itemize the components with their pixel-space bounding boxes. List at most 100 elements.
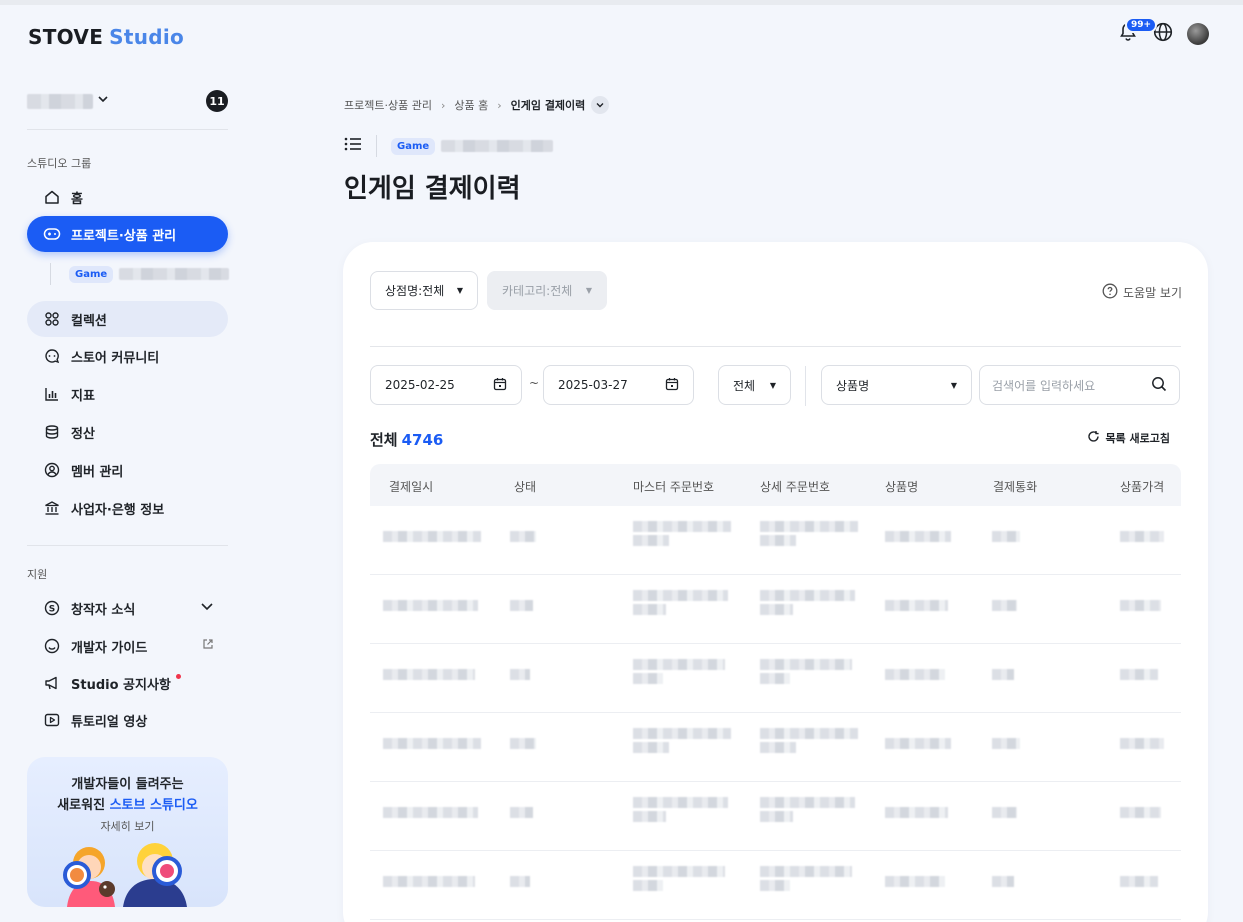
- status-select[interactable]: 전체 ▼: [718, 365, 791, 405]
- breadcrumb-dropdown-button[interactable]: [591, 96, 610, 114]
- sidebar-item-collection[interactable]: 컬렉션: [27, 301, 228, 337]
- home-icon: [43, 188, 61, 206]
- sidebar-item-members[interactable]: 멤버 관리: [27, 452, 228, 488]
- user-avatar[interactable]: [1187, 23, 1209, 45]
- table-cell-redacted: [885, 738, 951, 752]
- refresh-label: 목록 새로고침: [1105, 432, 1170, 445]
- table-cell-redacted: [885, 600, 948, 614]
- sidebar-item-label: 홈: [71, 191, 83, 207]
- table-cell-redacted: [383, 531, 481, 545]
- payment-history-card: 상점명:전체 ▼ 카테고리:전체 ▼ 도움말 보기 2025-02-25 ~ 2…: [343, 242, 1208, 922]
- total-number: 4746: [401, 431, 444, 449]
- chat-icon: [43, 347, 61, 365]
- chevron-down-icon: [596, 103, 604, 108]
- table-cell-redacted: [992, 600, 1017, 614]
- category-select: 카테고리:전체 ▼: [487, 271, 607, 310]
- sidebar-item-developer-guide[interactable]: 개발자 가이드: [27, 628, 228, 664]
- table-cell-redacted: [760, 797, 855, 825]
- bank-icon: [43, 499, 61, 517]
- refresh-list-button[interactable]: 목록 새로고침: [1087, 430, 1170, 446]
- search-placeholder: 검색어를 입력하세요: [992, 378, 1096, 393]
- table-cell-redacted: [992, 669, 1014, 683]
- notification-button[interactable]: 99+: [1117, 17, 1158, 46]
- table-cell-redacted: [1120, 738, 1164, 752]
- game-name-redacted: [441, 140, 554, 152]
- help-link[interactable]: 도움말 보기: [1102, 283, 1182, 302]
- table-cell-redacted: [633, 728, 731, 756]
- date-to-input[interactable]: 2025-03-27: [543, 365, 694, 405]
- sidebar-item-business[interactable]: 사업자·은행 정보: [27, 490, 228, 526]
- table-cell-redacted: [383, 738, 481, 752]
- list-icon[interactable]: [344, 136, 362, 156]
- caret-down-icon: ▼: [950, 380, 957, 390]
- promo-banner[interactable]: 개발자들이 들려주는 새로워진 스토브 스튜디오 자세히 보기: [27, 757, 228, 907]
- column-header[interactable]: 상세 주문번호: [760, 478, 830, 495]
- column-header[interactable]: 상품명: [885, 478, 918, 495]
- table-row[interactable]: [370, 713, 1181, 782]
- table-cell-redacted: [992, 738, 1020, 752]
- caret-down-icon: ▼: [456, 286, 463, 295]
- column-header[interactable]: 상품가격: [1120, 478, 1164, 495]
- breadcrumb-item[interactable]: 상품 홈: [454, 97, 488, 113]
- table-row[interactable]: [370, 575, 1181, 644]
- search-field-value: 상품명: [836, 378, 870, 393]
- search-input[interactable]: 검색어를 입력하세요: [979, 365, 1180, 405]
- search-icon[interactable]: [1151, 376, 1167, 395]
- workspace-selector[interactable]: 11: [27, 90, 228, 112]
- stove-studio-logo[interactable]: STOVE Studio: [28, 25, 184, 49]
- column-header[interactable]: 결제통화: [993, 478, 1037, 495]
- breadcrumb: 프로젝트·상품 관리 › 상품 홈 › 인게임 결제이력: [344, 96, 610, 114]
- table-row[interactable]: [370, 644, 1181, 713]
- filter-divider: [370, 346, 1181, 347]
- table-cell-redacted: [885, 531, 951, 545]
- sidebar-item-label: 스토어 커뮤니티: [71, 350, 160, 366]
- table-cell-redacted: [383, 600, 478, 614]
- chevron-right-icon: ›: [440, 98, 446, 112]
- sidebar-subitem-game[interactable]: Game: [50, 263, 230, 285]
- table-cell-redacted: [1120, 807, 1161, 821]
- sidebar-item-home[interactable]: 홈: [27, 179, 228, 215]
- sidebar: 11 스튜디오 그룹 홈 프로젝트·상품 관리 Game 컬렉션 스토어 커뮤니…: [0, 70, 255, 922]
- workspace-name-redacted: [27, 93, 93, 109]
- column-header[interactable]: 상태: [514, 478, 536, 495]
- sidebar-item-creator-news[interactable]: S 창작자 소식: [27, 590, 228, 626]
- notification-badge: 99+: [1125, 17, 1158, 33]
- table-cell-redacted: [510, 876, 530, 890]
- table-row[interactable]: [370, 506, 1181, 575]
- category-select-value: 카테고리:전체: [502, 284, 573, 298]
- table-cell-redacted: [383, 807, 478, 821]
- table-header: 결제일시 상태 마스터 주문번호 상세 주문번호 상품명 결제통화 상품가격: [370, 464, 1181, 506]
- sidebar-divider: [27, 545, 228, 546]
- table-row[interactable]: [370, 851, 1181, 920]
- table-row[interactable]: [370, 782, 1181, 851]
- table-cell-redacted: [760, 659, 852, 687]
- svg-text:S: S: [49, 605, 55, 615]
- store-select[interactable]: 상점명:전체 ▼: [370, 271, 478, 310]
- sidebar-item-notice[interactable]: Studio 공지사항: [27, 665, 228, 701]
- table-cell-redacted: [760, 590, 855, 618]
- breadcrumb-item[interactable]: 프로젝트·상품 관리: [344, 97, 432, 113]
- date-from-input[interactable]: 2025-02-25: [370, 365, 522, 405]
- sidebar-item-metrics[interactable]: 지표: [27, 376, 228, 412]
- promo-more-link[interactable]: 자세히 보기: [27, 818, 228, 834]
- table-cell-redacted: [383, 669, 475, 683]
- search-field-select[interactable]: 상품명 ▼: [821, 365, 972, 405]
- table-cell-redacted: [633, 866, 725, 894]
- refresh-icon: [1087, 430, 1100, 446]
- sidebar-item-community[interactable]: 스토어 커뮤니티: [27, 338, 228, 374]
- table-cell-redacted: [633, 521, 731, 549]
- table-cell-redacted: [510, 669, 530, 683]
- sidebar-item-settlement[interactable]: 정산: [27, 414, 228, 450]
- sidebar-item-projects[interactable]: 프로젝트·상품 관리: [27, 216, 228, 252]
- sidebar-divider: [27, 129, 228, 130]
- column-header[interactable]: 결제일시: [389, 478, 433, 495]
- table-cell-redacted: [1120, 600, 1161, 614]
- top-border: [0, 0, 1243, 5]
- total-label: 전체: [370, 431, 398, 449]
- sidebar-item-tutorial[interactable]: 튜토리얼 영상: [27, 702, 228, 738]
- table-cell-redacted: [992, 531, 1020, 545]
- play-icon: [43, 711, 61, 729]
- table-cell-redacted: [633, 797, 728, 825]
- table-cell-redacted: [510, 531, 536, 545]
- column-header[interactable]: 마스터 주문번호: [633, 478, 714, 495]
